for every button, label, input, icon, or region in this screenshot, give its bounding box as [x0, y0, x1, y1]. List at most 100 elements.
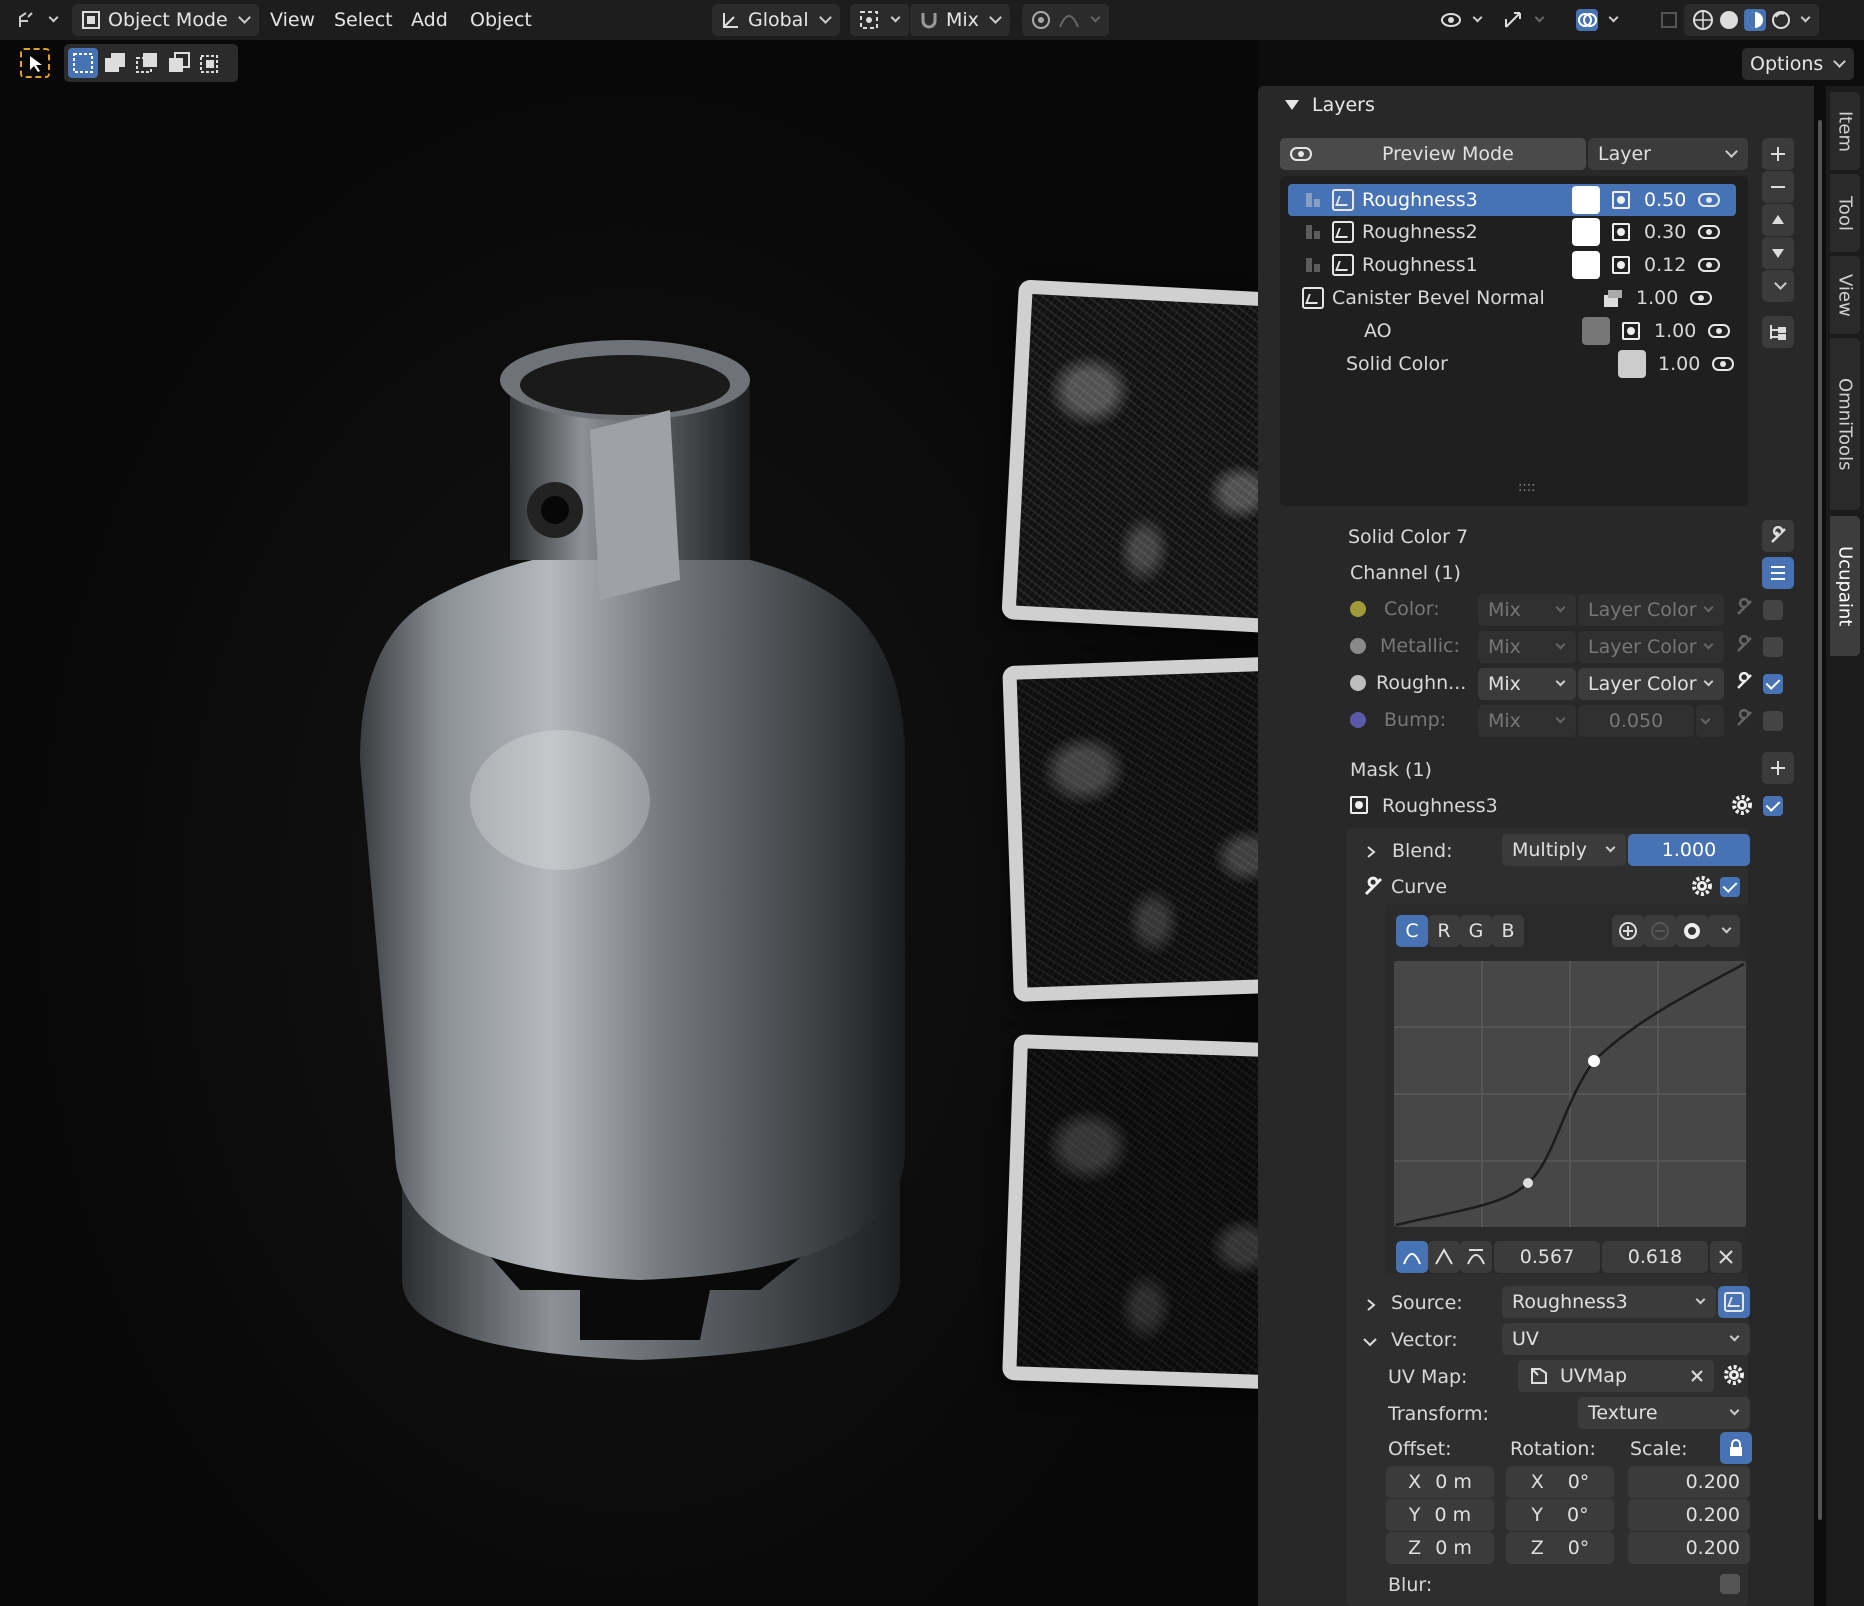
3d-viewport[interactable] — [0, 40, 1258, 1606]
zoom-out-icon[interactable] — [1644, 915, 1676, 947]
mask-enable-checkbox[interactable] — [1763, 796, 1783, 816]
rotation-y-field[interactable]: Y 0° — [1506, 1499, 1614, 1531]
channel-wrench-icon[interactable] — [1734, 708, 1754, 734]
curve-graph[interactable] — [1394, 961, 1746, 1227]
bump-dropdown[interactable] — [1696, 705, 1724, 737]
mask-source-select[interactable]: Roughness3 — [1502, 1286, 1716, 1318]
channel-wrench-icon[interactable] — [1734, 597, 1754, 623]
rendered-shading-icon[interactable] — [1770, 9, 1792, 31]
material-preview-icon[interactable] — [1744, 9, 1766, 31]
curve-preset-icon[interactable] — [1676, 915, 1708, 947]
hierarchy-icon[interactable] — [1762, 316, 1794, 348]
uvmap-settings-gear-icon[interactable] — [1722, 1363, 1746, 1392]
layer-settings-wrench-icon[interactable] — [1762, 520, 1794, 552]
curve-enable-checkbox[interactable] — [1720, 877, 1740, 897]
snap-select[interactable]: Mix — [910, 4, 1010, 36]
source-expand-chevron-icon[interactable] — [1364, 1295, 1378, 1317]
channel-enable-checkbox[interactable] — [1763, 600, 1783, 620]
move-down-icon[interactable] — [1762, 237, 1794, 269]
curve-channel-g[interactable]: G — [1460, 915, 1492, 947]
layer-opacity[interactable]: 0.50 — [1644, 189, 1690, 211]
menu-object[interactable]: Object — [462, 4, 540, 36]
auto-handle-icon[interactable] — [1396, 1241, 1428, 1273]
bump-distance-field[interactable]: 0.050 — [1578, 705, 1694, 737]
rotation-z-field[interactable]: Z 0° — [1506, 1532, 1614, 1564]
channel-list-icon[interactable] — [1762, 557, 1794, 589]
rotation-x-field[interactable]: X 0° — [1506, 1466, 1614, 1498]
layer-color-swatch[interactable] — [1572, 251, 1600, 279]
options-dropdown[interactable]: Options — [1742, 48, 1855, 80]
layer-opacity[interactable]: 1.00 — [1658, 353, 1704, 375]
channel-wrench-icon[interactable] — [1734, 634, 1754, 660]
curve-menu-chevron-icon[interactable] — [1708, 915, 1740, 947]
tab-omnitools[interactable]: OmniTools — [1830, 338, 1860, 510]
pivot-point-select[interactable] — [850, 4, 909, 36]
tab-view[interactable]: View — [1830, 256, 1860, 334]
view-object-types[interactable] — [1432, 4, 1491, 36]
preview-mode-select[interactable]: Layer — [1588, 138, 1748, 170]
normal-map-icon[interactable] — [1602, 287, 1624, 309]
channel-blend-select[interactable]: Mix — [1478, 705, 1576, 737]
scale-y-field[interactable]: 0.200 — [1628, 1499, 1750, 1531]
delete-point-close-icon[interactable] — [1710, 1241, 1742, 1273]
menu-add[interactable]: Add — [403, 4, 456, 36]
mask-icon[interactable] — [1622, 322, 1640, 340]
uvmap-select[interactable]: UVMap — [1518, 1360, 1714, 1392]
list-resize-handle[interactable]: :::: — [1518, 480, 1536, 495]
select-box-tool-icon[interactable] — [20, 48, 50, 78]
curve-point-x-field[interactable]: 0.567 — [1494, 1241, 1600, 1273]
mask-icon[interactable] — [1612, 256, 1630, 274]
curve-channel-r[interactable]: R — [1428, 915, 1460, 947]
add-mask-icon[interactable] — [1762, 752, 1794, 784]
curve-settings-gear-icon[interactable] — [1690, 874, 1714, 903]
layer-row-solid-color[interactable]: Solid Color 1.00 — [1288, 348, 1736, 380]
layer-color-swatch[interactable] — [1618, 350, 1646, 378]
layer-visibility-eye-icon[interactable] — [1708, 324, 1730, 338]
scale-x-field[interactable]: 0.200 — [1628, 1466, 1750, 1498]
blur-checkbox[interactable] — [1720, 1574, 1740, 1594]
shading-mode-group[interactable] — [1684, 4, 1819, 36]
layer-name[interactable]: AO — [1364, 320, 1582, 342]
zoom-in-icon[interactable] — [1612, 915, 1644, 947]
vector-select[interactable]: UV — [1502, 1323, 1750, 1355]
curve-channel-c[interactable]: C — [1396, 915, 1428, 947]
layer-opacity[interactable]: 0.12 — [1644, 254, 1690, 276]
layer-row-roughness1[interactable]: Roughness1 0.12 — [1288, 249, 1736, 281]
blend-expand-chevron-icon[interactable] — [1364, 842, 1378, 864]
tab-tool[interactable]: Tool — [1830, 174, 1860, 252]
curve-channel-b[interactable]: B — [1492, 915, 1524, 947]
xray-toggle[interactable] — [1650, 4, 1688, 36]
layer-name[interactable]: Roughness2 — [1362, 221, 1572, 243]
mask-icon[interactable] — [1612, 191, 1630, 209]
layer-color-swatch[interactable] — [1572, 186, 1600, 214]
channel-blend-select[interactable]: Mix — [1478, 668, 1576, 700]
overlays-toggle[interactable] — [1568, 4, 1627, 36]
channel-enable-checkbox[interactable] — [1763, 711, 1783, 731]
select-new-icon[interactable] — [68, 48, 98, 78]
layer-row-canister-bevel-normal[interactable]: Canister Bevel Normal 1.00 — [1288, 282, 1736, 314]
layer-row-roughness2[interactable]: Roughness2 0.30 — [1288, 216, 1736, 248]
layers-collapse-icon[interactable] — [1284, 96, 1300, 118]
scale-z-field[interactable]: 0.200 — [1628, 1532, 1750, 1564]
offset-z-field[interactable]: Z 0 m — [1386, 1532, 1494, 1564]
select-subtract-icon[interactable] — [132, 48, 162, 78]
proportional-edit-toggle[interactable] — [1022, 4, 1109, 36]
mode-select[interactable]: Object Mode — [72, 4, 259, 36]
layer-name[interactable]: Canister Bevel Normal — [1332, 287, 1598, 309]
tab-ucupaint[interactable]: Ucupaint — [1830, 516, 1860, 656]
curve-point-y-field[interactable]: 0.618 — [1602, 1241, 1708, 1273]
wireframe-shading-icon[interactable] — [1692, 9, 1714, 31]
layer-visibility-eye-icon[interactable] — [1698, 225, 1720, 239]
layer-visibility-eye-icon[interactable] — [1712, 357, 1734, 371]
transform-orientation-select[interactable]: Global — [712, 4, 840, 36]
channel-wrench-icon[interactable] — [1734, 671, 1754, 697]
layer-color-swatch[interactable] — [1572, 218, 1600, 246]
channel-blend-select[interactable]: Mix — [1478, 631, 1576, 663]
channel-blend-select[interactable]: Mix — [1478, 594, 1576, 626]
tab-item[interactable]: Item — [1830, 92, 1860, 170]
layer-opacity[interactable]: 0.30 — [1644, 221, 1690, 243]
layer-name[interactable]: Roughness1 — [1362, 254, 1572, 276]
curve-point-selected[interactable] — [1588, 1055, 1600, 1067]
mask-blend-value-slider[interactable]: 1.000 — [1628, 834, 1750, 866]
select-intersect-icon[interactable] — [196, 48, 226, 78]
